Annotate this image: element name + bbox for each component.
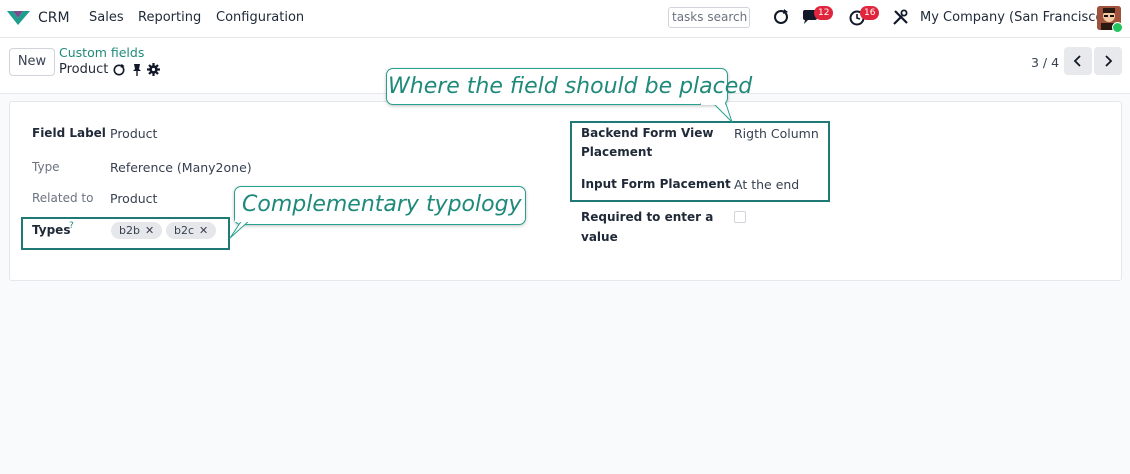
refresh-record-icon[interactable] [112,63,126,77]
pin-icon[interactable] [131,63,143,77]
new-button[interactable]: New [9,48,55,76]
required-label-line2: value [581,230,618,244]
menu-sales[interactable]: Sales [89,10,124,25]
backend-placement-value[interactable]: Rigth Column [734,126,819,141]
type-value: Reference (Many2one) [110,160,252,175]
form-sheet [9,101,1122,281]
input-form-placement-value[interactable]: At the end [734,177,799,192]
tasks-search-input[interactable]: tasks search [668,7,750,28]
input-form-placement-label: Input Form Placement [581,177,731,191]
related-to-value: Product [110,191,158,206]
placement-callout-pointer [700,100,733,123]
pager-value[interactable]: 3 / 4 [1031,55,1059,70]
chevron-left-icon [1073,55,1081,67]
field-label-label: Field Label [32,126,106,140]
app-name[interactable]: CRM [38,10,70,26]
pager-next-button[interactable] [1094,47,1122,75]
type-label: Type [32,160,60,174]
typology-callout-pointer [229,218,255,239]
placement-callout: Where the field should be placed [386,68,752,105]
types-help-icon[interactable]: ? [69,221,74,231]
menu-configuration[interactable]: Configuration [216,10,304,25]
close-icon[interactable]: ✕ [145,224,154,237]
related-to-label: Related to [32,191,94,205]
menu-reporting[interactable]: Reporting [138,10,201,25]
typology-callout: Complementary typology [234,186,526,225]
backend-placement-label-line2: Placement [581,145,653,159]
tag-b2c[interactable]: b2c ✕ [166,222,217,239]
breadcrumb-parent[interactable]: Custom fields [59,45,144,60]
close-icon[interactable]: ✕ [199,224,208,237]
messages-badge: 12 [814,6,834,20]
tag-label: b2c [174,224,195,237]
pager-previous-button[interactable] [1064,47,1092,75]
chevron-right-icon [1105,55,1113,67]
refresh-icon[interactable] [772,8,790,26]
types-label: Types [32,223,71,237]
breadcrumb-current: Product [59,62,109,77]
company-switcher[interactable]: My Company (San Francisco) [920,10,1108,25]
required-checkbox[interactable] [734,211,746,223]
tag-b2b[interactable]: b2b ✕ [111,222,163,239]
activities-badge: 16 [860,6,880,20]
online-status-dot [1112,22,1123,33]
crm-app-icon[interactable] [6,9,31,27]
required-label-line1: Required to enter a [581,210,714,224]
field-label-input[interactable]: Product [110,126,157,141]
gear-icon[interactable] [147,63,160,76]
tag-label: b2b [119,224,140,237]
tools-icon[interactable] [892,9,909,26]
backend-placement-label-line1: Backend Form View [581,126,714,140]
